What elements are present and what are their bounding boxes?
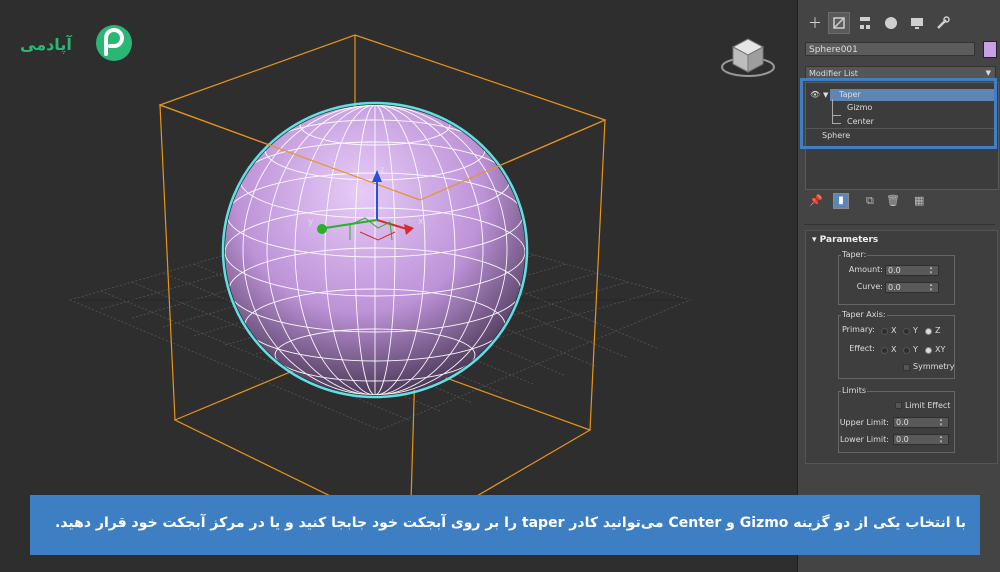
effect-x-label: X <box>891 345 897 354</box>
object-color-swatch[interactable] <box>983 41 997 58</box>
primary-y-radio[interactable] <box>903 328 910 335</box>
plus-icon[interactable]: ＋ <box>804 12 826 34</box>
symmetry-label: Symmetry <box>913 362 955 371</box>
limits-title: Limits <box>841 386 867 395</box>
parameters-rollout: ▾ Parameters Taper: Amount: 0.0 Curve: 0… <box>805 230 998 464</box>
wrench-icon[interactable] <box>932 12 954 34</box>
amount-label: Amount: <box>848 265 883 274</box>
panel-divider <box>804 224 995 225</box>
command-panel-tabs: ＋ <box>798 8 1000 38</box>
limit-effect-label: Limit Effect <box>905 401 951 410</box>
primary-x-radio[interactable] <box>881 328 888 335</box>
primary-z-radio[interactable] <box>925 328 932 335</box>
taper-group-title: Taper: <box>841 250 868 259</box>
limit-effect-checkbox[interactable] <box>895 402 902 409</box>
effect-y-radio[interactable] <box>903 347 910 354</box>
show-end-result-icon[interactable]: ▮ <box>833 193 849 209</box>
stack-toolbar: 📌 ▮ ⧉ 🗑 ▦ <box>798 192 1000 212</box>
effect-xy-label: XY <box>935 345 946 354</box>
effect-y-label: Y <box>913 345 918 354</box>
primary-x-label: X <box>891 326 897 335</box>
parameters-title[interactable]: ▾ Parameters <box>812 235 878 245</box>
effect-label: Effect: <box>849 344 875 353</box>
axis-y-label: y <box>308 217 314 227</box>
viewcube[interactable] <box>718 32 778 82</box>
highlight-frame <box>800 78 997 149</box>
viewport-scene: z x y <box>68 34 692 536</box>
taper-axis-group: Taper Axis: Primary: X Y Z Effect: X Y X… <box>838 310 955 379</box>
effect-xy-radio[interactable] <box>925 347 932 354</box>
taper-group: Taper: Amount: 0.0 Curve: 0.0 <box>838 250 955 305</box>
effect-x-radio[interactable] <box>881 347 888 354</box>
object-name-field[interactable]: Sphere001 <box>805 42 975 56</box>
modifier-list-label: Modifier List <box>809 69 858 78</box>
make-unique-icon[interactable]: ⧉ <box>866 194 874 208</box>
sphere-object <box>221 101 529 399</box>
axis-x-label: x <box>418 217 424 227</box>
upper-limit-label: Upper Limit: <box>839 418 889 427</box>
curve-label: Curve: <box>856 282 883 291</box>
modify-icon[interactable] <box>828 12 850 34</box>
primary-label: Primary: <box>841 325 875 334</box>
axis-z-label: z <box>380 165 385 175</box>
configure-sets-icon[interactable]: ▦ <box>914 194 924 207</box>
primary-y-label: Y <box>913 326 918 335</box>
aparat-logo: آپادمی <box>18 22 138 68</box>
display-icon[interactable] <box>906 12 928 34</box>
caption-banner: با انتخاب یکی از دو گزینه Gizmo و Center… <box>30 495 980 555</box>
perspective-viewport[interactable]: z x y آپادمی <box>0 0 797 572</box>
pin-icon[interactable]: 📌 <box>809 194 823 207</box>
logo-text: آپادمی <box>20 34 72 55</box>
lower-limit-label: Lower Limit: <box>839 435 889 444</box>
lower-limit-spinner[interactable]: 0.0 <box>893 434 949 445</box>
amount-spinner[interactable]: 0.0 <box>885 265 939 276</box>
upper-limit-spinner[interactable]: 0.0 <box>893 417 949 428</box>
hierarchy-icon[interactable] <box>854 12 876 34</box>
taper-axis-title: Taper Axis: <box>841 310 887 319</box>
symmetry-checkbox[interactable] <box>903 364 910 371</box>
curve-spinner[interactable]: 0.0 <box>885 282 939 293</box>
motion-icon[interactable] <box>880 12 902 34</box>
limits-group: Limits Limit Effect Upper Limit: 0.0 Low… <box>838 386 955 453</box>
trash-icon[interactable]: 🗑 <box>886 194 900 207</box>
primary-z-label: Z <box>935 326 941 335</box>
